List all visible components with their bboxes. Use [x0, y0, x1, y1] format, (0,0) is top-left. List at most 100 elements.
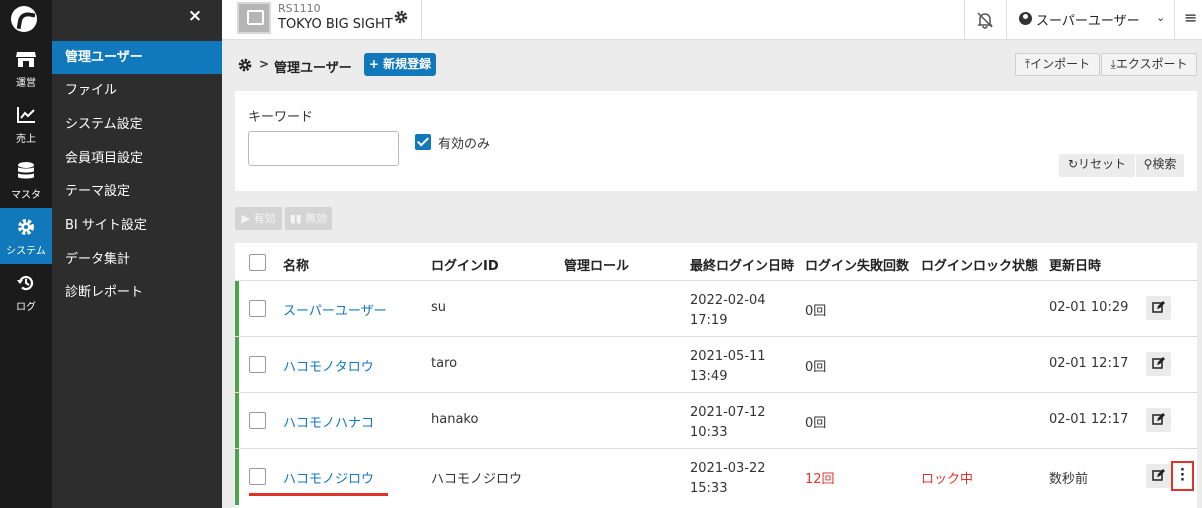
column-header[interactable]: 名称: [283, 255, 309, 274]
breadcrumb-separator: >: [259, 57, 270, 71]
system-submenu: × 管理ユーザー ファイル システム設定 会員項目設定 テーマ設定 BI サイト…: [52, 0, 222, 508]
row-checkbox[interactable]: [249, 300, 266, 317]
enable-button[interactable]: ▶ 有効: [235, 207, 282, 230]
edit-button[interactable]: [1146, 464, 1171, 488]
rail-item-master[interactable]: マスタ: [0, 152, 52, 208]
rail-label: システム: [6, 246, 46, 257]
menu-item-files[interactable]: ファイル: [52, 74, 222, 107]
hamburger-menu-icon[interactable]: ≡: [1184, 10, 1197, 26]
refresh-icon: ↻: [1067, 157, 1079, 171]
active-only-label: 有効のみ: [438, 137, 491, 152]
last-login: 2021-03-22 15:33: [690, 461, 766, 496]
active-status-bar: [235, 449, 239, 505]
gear-icon: [18, 219, 34, 235]
rail-label: マスタ: [11, 190, 41, 201]
table-row: ハコモノタロウ taro 2021-05-11 13:49 0回 02-01 12…: [235, 336, 1197, 393]
edit-icon: [1152, 469, 1165, 481]
divider: [964, 0, 965, 40]
edit-button[interactable]: [1146, 408, 1171, 432]
login-id: ハコモノジロウ: [431, 472, 523, 487]
column-header[interactable]: 管理ロール: [564, 255, 629, 274]
import-label: インポート: [1030, 57, 1091, 71]
edit-icon: [1152, 357, 1165, 369]
login-fail-count: 0回: [805, 304, 827, 319]
active-status-bar: [235, 393, 239, 449]
rail-item-sales[interactable]: 売上: [0, 96, 52, 152]
menu-item-theme-settings[interactable]: テーマ設定: [52, 175, 222, 208]
table-row: ハコモノハナコ hanako 2021-07-12 10:33 0回 02-01 …: [235, 392, 1197, 449]
notification-off-icon[interactable]: [976, 11, 994, 29]
menu-item-system-settings[interactable]: システム設定: [52, 108, 222, 141]
export-button[interactable]: ⤓エクスポート: [1101, 53, 1197, 76]
store-code: RS1110: [278, 2, 321, 15]
login-id: taro: [431, 356, 458, 371]
app-logo-icon[interactable]: [11, 6, 37, 32]
login-fail-count: 0回: [805, 360, 827, 375]
column-header[interactable]: 更新日時: [1049, 255, 1101, 274]
disable-button[interactable]: ▮▮ 無効: [285, 207, 332, 230]
column-header[interactable]: ログインID: [431, 255, 499, 274]
reset-button[interactable]: ↻リセット: [1059, 154, 1135, 177]
chevron-down-icon: ⌄: [1156, 11, 1166, 24]
column-header[interactable]: 最終ログイン日時: [690, 255, 794, 274]
login-id: su: [431, 300, 447, 315]
import-button[interactable]: ⤒インポート: [1015, 53, 1100, 76]
user-name-link[interactable]: ハコモノジロウ: [283, 468, 374, 487]
user-name: スーパーユーザー: [1036, 14, 1140, 29]
select-all-checkbox[interactable]: [249, 254, 266, 271]
row-checkbox[interactable]: [249, 412, 266, 429]
updated-at: 02-01 10:29: [1049, 300, 1129, 315]
login-id: hanako: [431, 412, 479, 427]
store-icon: [16, 52, 36, 67]
last-login: 2021-05-11 13:49: [690, 349, 766, 384]
active-status-bar: [235, 281, 239, 337]
keyword-label: キーワード: [248, 110, 314, 125]
menu-item-diagnostic-report[interactable]: 診断レポート: [52, 276, 222, 309]
rail-label: ログ: [16, 302, 36, 313]
menu-item-admin-users[interactable]: 管理ユーザー: [52, 41, 222, 74]
page-title: 管理ユーザー: [274, 61, 352, 76]
menu-item-bi-site[interactable]: BI サイト設定: [52, 209, 222, 242]
rail-item-log[interactable]: ログ: [0, 264, 52, 320]
new-register-button[interactable]: + 新規登録: [364, 53, 436, 76]
menu-item-data-aggregation[interactable]: データ集計: [52, 243, 222, 276]
login-fail-count: 0回: [805, 416, 827, 431]
icon-rail: 運営 売上 マスタ システム ログ: [0, 0, 52, 508]
search-button[interactable]: ⚲検索: [1136, 154, 1184, 177]
rail-label: 売上: [16, 134, 36, 145]
last-login: 2021-07-12 10:33: [690, 405, 766, 440]
login-fail-count: 12回: [805, 472, 835, 487]
column-header[interactable]: ログイン失敗回数: [805, 255, 909, 274]
edit-button[interactable]: [1146, 352, 1171, 376]
divider: [1006, 0, 1007, 40]
breadcrumb-gear-icon[interactable]: [238, 58, 252, 72]
menu-close-icon[interactable]: ×: [185, 6, 205, 26]
row-checkbox[interactable]: [249, 356, 266, 373]
store-settings-gear-icon[interactable]: [394, 10, 408, 24]
table-row: ハコモノジロウ ハコモノジロウ 2021-03-22 15:33 12回 ロック中…: [235, 448, 1197, 505]
column-header[interactable]: ログインロック状態: [921, 255, 1038, 274]
lock-status: ロック中: [921, 472, 974, 487]
row-checkbox[interactable]: [249, 468, 266, 485]
rail-item-operation[interactable]: 運営: [0, 40, 52, 96]
active-status-bar: [235, 337, 239, 393]
user-name-link[interactable]: スーパーユーザー: [283, 300, 387, 319]
user-name-link[interactable]: ハコモノハナコ: [283, 412, 374, 431]
search-label: 検索: [1152, 157, 1177, 171]
chart-line-icon: [17, 107, 35, 123]
user-name-link[interactable]: ハコモノタロウ: [283, 356, 374, 375]
admin-users-table: 名称 ログインID 管理ロール 最終ログイン日時 ログイン失敗回数 ログインロッ…: [235, 243, 1197, 508]
highlight-underline: [249, 493, 388, 496]
updated-at: 数秒前: [1049, 472, 1089, 487]
table-row: スーパーユーザー su 2022-02-04 17:19 0回 02-01 10:…: [235, 280, 1197, 337]
rail-item-system[interactable]: システム: [0, 208, 52, 264]
kebab-menu-icon: · · ·: [1180, 463, 1185, 488]
updated-at: 02-01 12:17: [1049, 356, 1129, 371]
top-bar: RS1110 TOKYO BIG SIGHT スーパーユーザー ⌄ ≡: [222, 0, 1202, 40]
edit-button[interactable]: [1146, 296, 1171, 320]
active-only-checkbox[interactable]: [415, 134, 431, 150]
menu-item-member-fields[interactable]: 会員項目設定: [52, 142, 222, 175]
more-actions-button[interactable]: · · ·: [1171, 461, 1194, 491]
keyword-input[interactable]: [248, 131, 399, 166]
export-label: エクスポート: [1115, 57, 1188, 71]
